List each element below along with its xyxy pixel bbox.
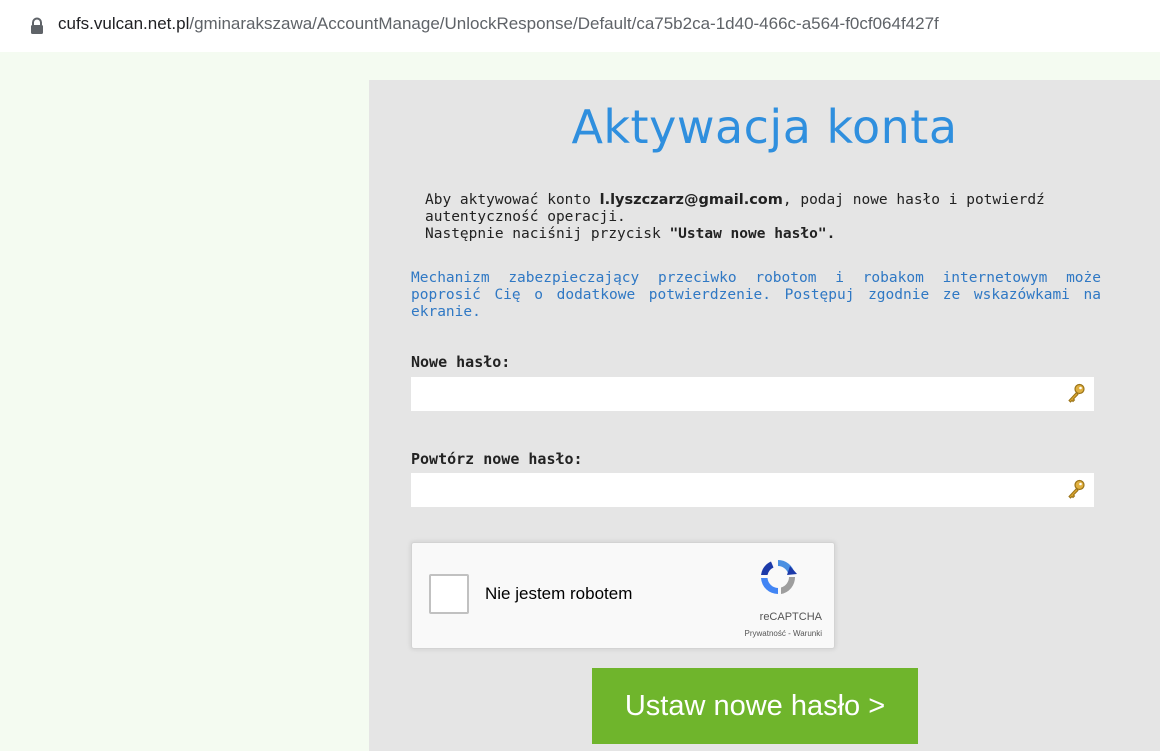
recaptcha-brand: reCAPTCHA <box>759 611 822 623</box>
lock-icon <box>31 17 43 34</box>
page-title: Aktywacja konta <box>571 100 958 154</box>
recaptcha-privacy-terms-links[interactable]: Prywatność - Warunki <box>692 629 823 638</box>
repeat-password-input[interactable] <box>411 473 1094 507</box>
recaptcha-logo-icon <box>761 560 797 594</box>
url-host: cufs.vulcan.net.pl <box>58 14 190 33</box>
repeat-password-label: Powtórz nowe hasło: <box>411 450 583 468</box>
captcha-checkbox[interactable] <box>429 574 469 614</box>
robot-notice: Mechanizm zabezpieczający przeciwko robo… <box>411 270 1101 320</box>
key-icon[interactable] <box>1066 383 1086 405</box>
new-password-label: Nowe hasło: <box>411 353 511 371</box>
new-password-input[interactable] <box>411 377 1094 411</box>
intro-part1: Aby aktywować konto <box>425 192 600 208</box>
url-text[interactable]: cufs.vulcan.net.pl/gminarakszawa/Account… <box>58 14 939 34</box>
browser-address-bar[interactable]: cufs.vulcan.net.pl/gminarakszawa/Account… <box>0 0 1160 52</box>
account-email: l.lyszczarz@gmail.com <box>599 192 783 208</box>
intro-text: Aby aktywować konto l.lyszczarz@gmail.co… <box>425 192 1105 243</box>
intro-line2-prefix: Następnie naciśnij przycisk <box>425 226 670 242</box>
key-icon[interactable] <box>1066 479 1086 501</box>
intro-button-name: "Ustaw nowe hasło". <box>669 226 836 242</box>
activation-panel: Aktywacja konta Aby aktywować konto l.ly… <box>369 80 1160 751</box>
set-new-password-button[interactable]: Ustaw nowe hasło > <box>592 668 918 744</box>
url-path: /gminarakszawa/AccountManage/UnlockRespo… <box>189 14 939 33</box>
recaptcha-widget: Nie jestem robotem reCAPTCHA Prywatność … <box>411 542 835 649</box>
captcha-label: Nie jestem robotem <box>485 584 633 603</box>
